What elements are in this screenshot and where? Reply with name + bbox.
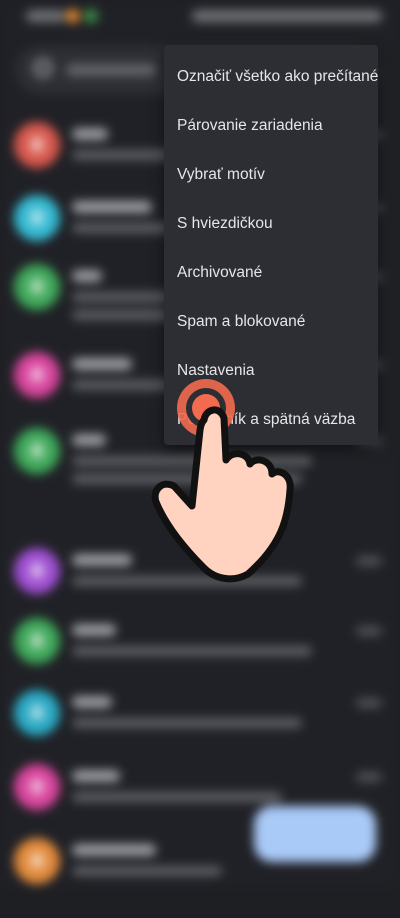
avatar [14, 264, 60, 310]
avatar [14, 690, 60, 736]
avatar [14, 838, 60, 884]
menu-item-spam-blocked[interactable]: Spam a blokované [164, 297, 378, 346]
menu-item-help-feedback[interactable]: Pomocník a spätná väzba [164, 395, 378, 444]
conversation-item[interactable] [0, 618, 400, 698]
avatar [14, 428, 60, 474]
notification-icon [66, 9, 80, 23]
menu-item-device-pairing[interactable]: Párovanie zariadenia [164, 101, 378, 150]
avatar [14, 548, 60, 594]
conversation-item[interactable] [0, 548, 400, 628]
menu-item-settings[interactable]: Nastavenia [164, 346, 378, 395]
status-icons [192, 10, 382, 22]
avatar [14, 122, 60, 168]
notification-icon [84, 9, 98, 23]
menu-item-mark-all-read[interactable]: Označiť všetko ako prečítané [164, 52, 378, 101]
search-icon [34, 59, 52, 77]
avatar [14, 352, 60, 398]
menu-item-starred[interactable]: S hviezdičkou [164, 199, 378, 248]
avatar [14, 764, 60, 810]
avatar [14, 195, 60, 241]
menu-item-choose-theme[interactable]: Vybrať motív [164, 150, 378, 199]
avatar [14, 618, 60, 664]
status-bar [0, 0, 400, 36]
conversation-item[interactable] [0, 690, 400, 770]
menu-item-archived[interactable]: Archivované [164, 248, 378, 297]
status-time [26, 10, 66, 22]
search-placeholder [66, 64, 156, 76]
overflow-menu: Označiť všetko ako prečítané Párovanie z… [164, 45, 378, 445]
start-chat-button[interactable] [254, 806, 376, 862]
